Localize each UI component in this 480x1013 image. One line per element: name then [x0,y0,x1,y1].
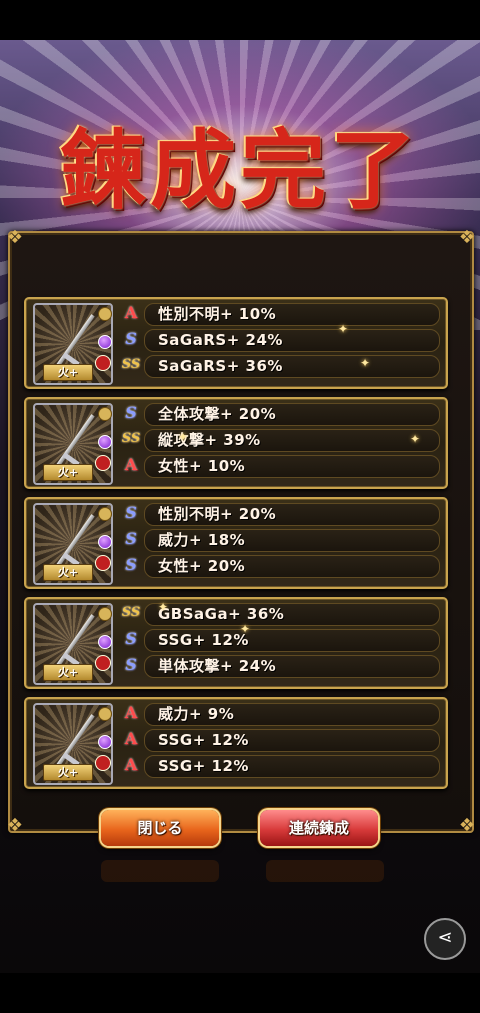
skill-text: SaGaRS+ 36% [158,357,283,375]
skill-row: 単体攻撃+ 24% [144,655,440,678]
skill-row: 性別不明+ 10% [144,303,440,326]
purple-gem-icon [98,435,112,449]
skill-text: 性別不明+ 20% [158,505,277,523]
rank-s-icon: S [125,629,137,648]
purple-gem-icon [98,635,112,649]
gold-orb-icon [98,507,112,521]
fire-element-icon [95,455,111,471]
rank-s-icon: S [125,655,137,674]
skill-text: 女性+ 20% [158,557,246,575]
skill-row: 性別不明+ 20% [144,503,440,526]
rank-a-icon: A [124,455,138,474]
skill-row: SSG+ 12% [144,729,440,752]
sparkle-icon: ✦ [360,356,371,370]
sparkle-icon: ✦ [240,622,251,636]
forged-weapon-card: 火+ A 威力+ 9% A SSG+ 12% A SSG+ 12% [24,697,448,789]
status-bar-bottom [0,973,480,1013]
skill-row: SSG+ 12% [144,755,440,778]
skill-text: GBSaGa+ 36% [158,605,285,623]
continue-forge-button[interactable]: 連続鍊成 [260,810,378,846]
skill-text: 縦攻撃+ 39% [158,431,261,449]
gold-orb-icon [98,607,112,621]
skill-row: 女性+ 10% [144,455,440,478]
weapon-badge: 火+ [43,364,93,381]
fire-element-icon [95,655,111,671]
skill-text: SSG+ 12% [158,731,249,749]
skill-text: 威力+ 18% [158,531,246,549]
skill-text: 威力+ 9% [158,705,235,723]
skill-row: SSG+ 12% [144,629,440,652]
rank-a-icon: A [124,729,138,748]
skill-row: 威力+ 9% [144,703,440,726]
status-bar-top [0,0,480,40]
skill-text: 性別不明+ 10% [158,305,277,323]
purple-gem-icon [98,735,112,749]
rank-a-icon: A [124,703,138,722]
gold-orb-icon [98,307,112,321]
rank-s-icon: S [125,555,137,574]
rank-s-icon: S [125,503,137,522]
purple-gem-icon [98,535,112,549]
forged-weapon-card: 火+ S 全体攻撃+ 20% SS 縦攻撃+ 39% A 女性+ 10% [24,397,448,489]
rank-a-icon: A [124,303,138,322]
rank-ss-icon: SS [121,605,141,620]
rank-a-icon: A [124,755,138,774]
button-shadow [266,860,384,882]
skill-row: SaGaRS+ 36% [144,355,440,378]
forged-weapon-card: 火+ S 性別不明+ 20% S 威力+ 18% S 女性+ 20% [24,497,448,589]
sparkle-icon: ✦ [410,432,421,446]
weapon-badge: 火+ [43,764,93,781]
fire-element-icon [95,555,111,571]
skill-row: 縦攻撃+ 39% [144,429,440,452]
weapon-badge: 火+ [43,664,93,681]
ornament-corner-icon: ❖ [458,227,476,248]
close-button[interactable]: 閉じる [101,810,219,846]
ornament-corner-icon: ❖ [6,815,24,836]
skill-text: 単体攻撃+ 24% [158,657,277,675]
purple-gem-icon [98,335,112,349]
weapon-badge: 火+ [43,564,93,581]
sparkle-icon: ✦ [158,600,169,614]
fire-element-icon [95,355,111,371]
forged-weapon-card: 火+ A 性別不明+ 10% S SaGaRS+ 24% SS SaGaRS+ 36% [24,297,448,389]
fire-element-icon [95,755,111,771]
page-title: 鍊成完了 [60,120,420,221]
rank-ss-icon: SS [121,431,141,446]
skill-text: 女性+ 10% [158,457,246,475]
sparkle-icon: ✦ [338,322,349,336]
gold-orb-icon [98,707,112,721]
skill-text: 全体攻撃+ 20% [158,405,277,423]
rank-ss-icon: SS [121,357,141,372]
skill-row: 女性+ 20% [144,555,440,578]
rank-s-icon: S [125,529,137,548]
button-shadow [101,860,219,882]
rank-s-icon: S [125,329,137,348]
skill-text: SSG+ 12% [158,757,249,775]
ornament-corner-icon: ❖ [6,227,24,248]
forged-weapon-card: 火+ SS GBSaGa+ 36% S SSG+ 12% S 単体攻撃+ 24% [24,597,448,689]
skill-text: SaGaRS+ 24% [158,331,283,349]
skill-row: 全体攻撃+ 20% [144,403,440,426]
share-icon[interactable]: ⋖ [424,918,466,960]
sparkle-icon: ✦ [178,430,189,444]
skill-row: 威力+ 18% [144,529,440,552]
skill-row: SaGaRS+ 24% [144,329,440,352]
rank-s-icon: S [125,403,137,422]
skill-row: GBSaGa+ 36% [144,603,440,626]
weapon-badge: 火+ [43,464,93,481]
gold-orb-icon [98,407,112,421]
ornament-corner-icon: ❖ [458,815,476,836]
skill-text: SSG+ 12% [158,631,249,649]
